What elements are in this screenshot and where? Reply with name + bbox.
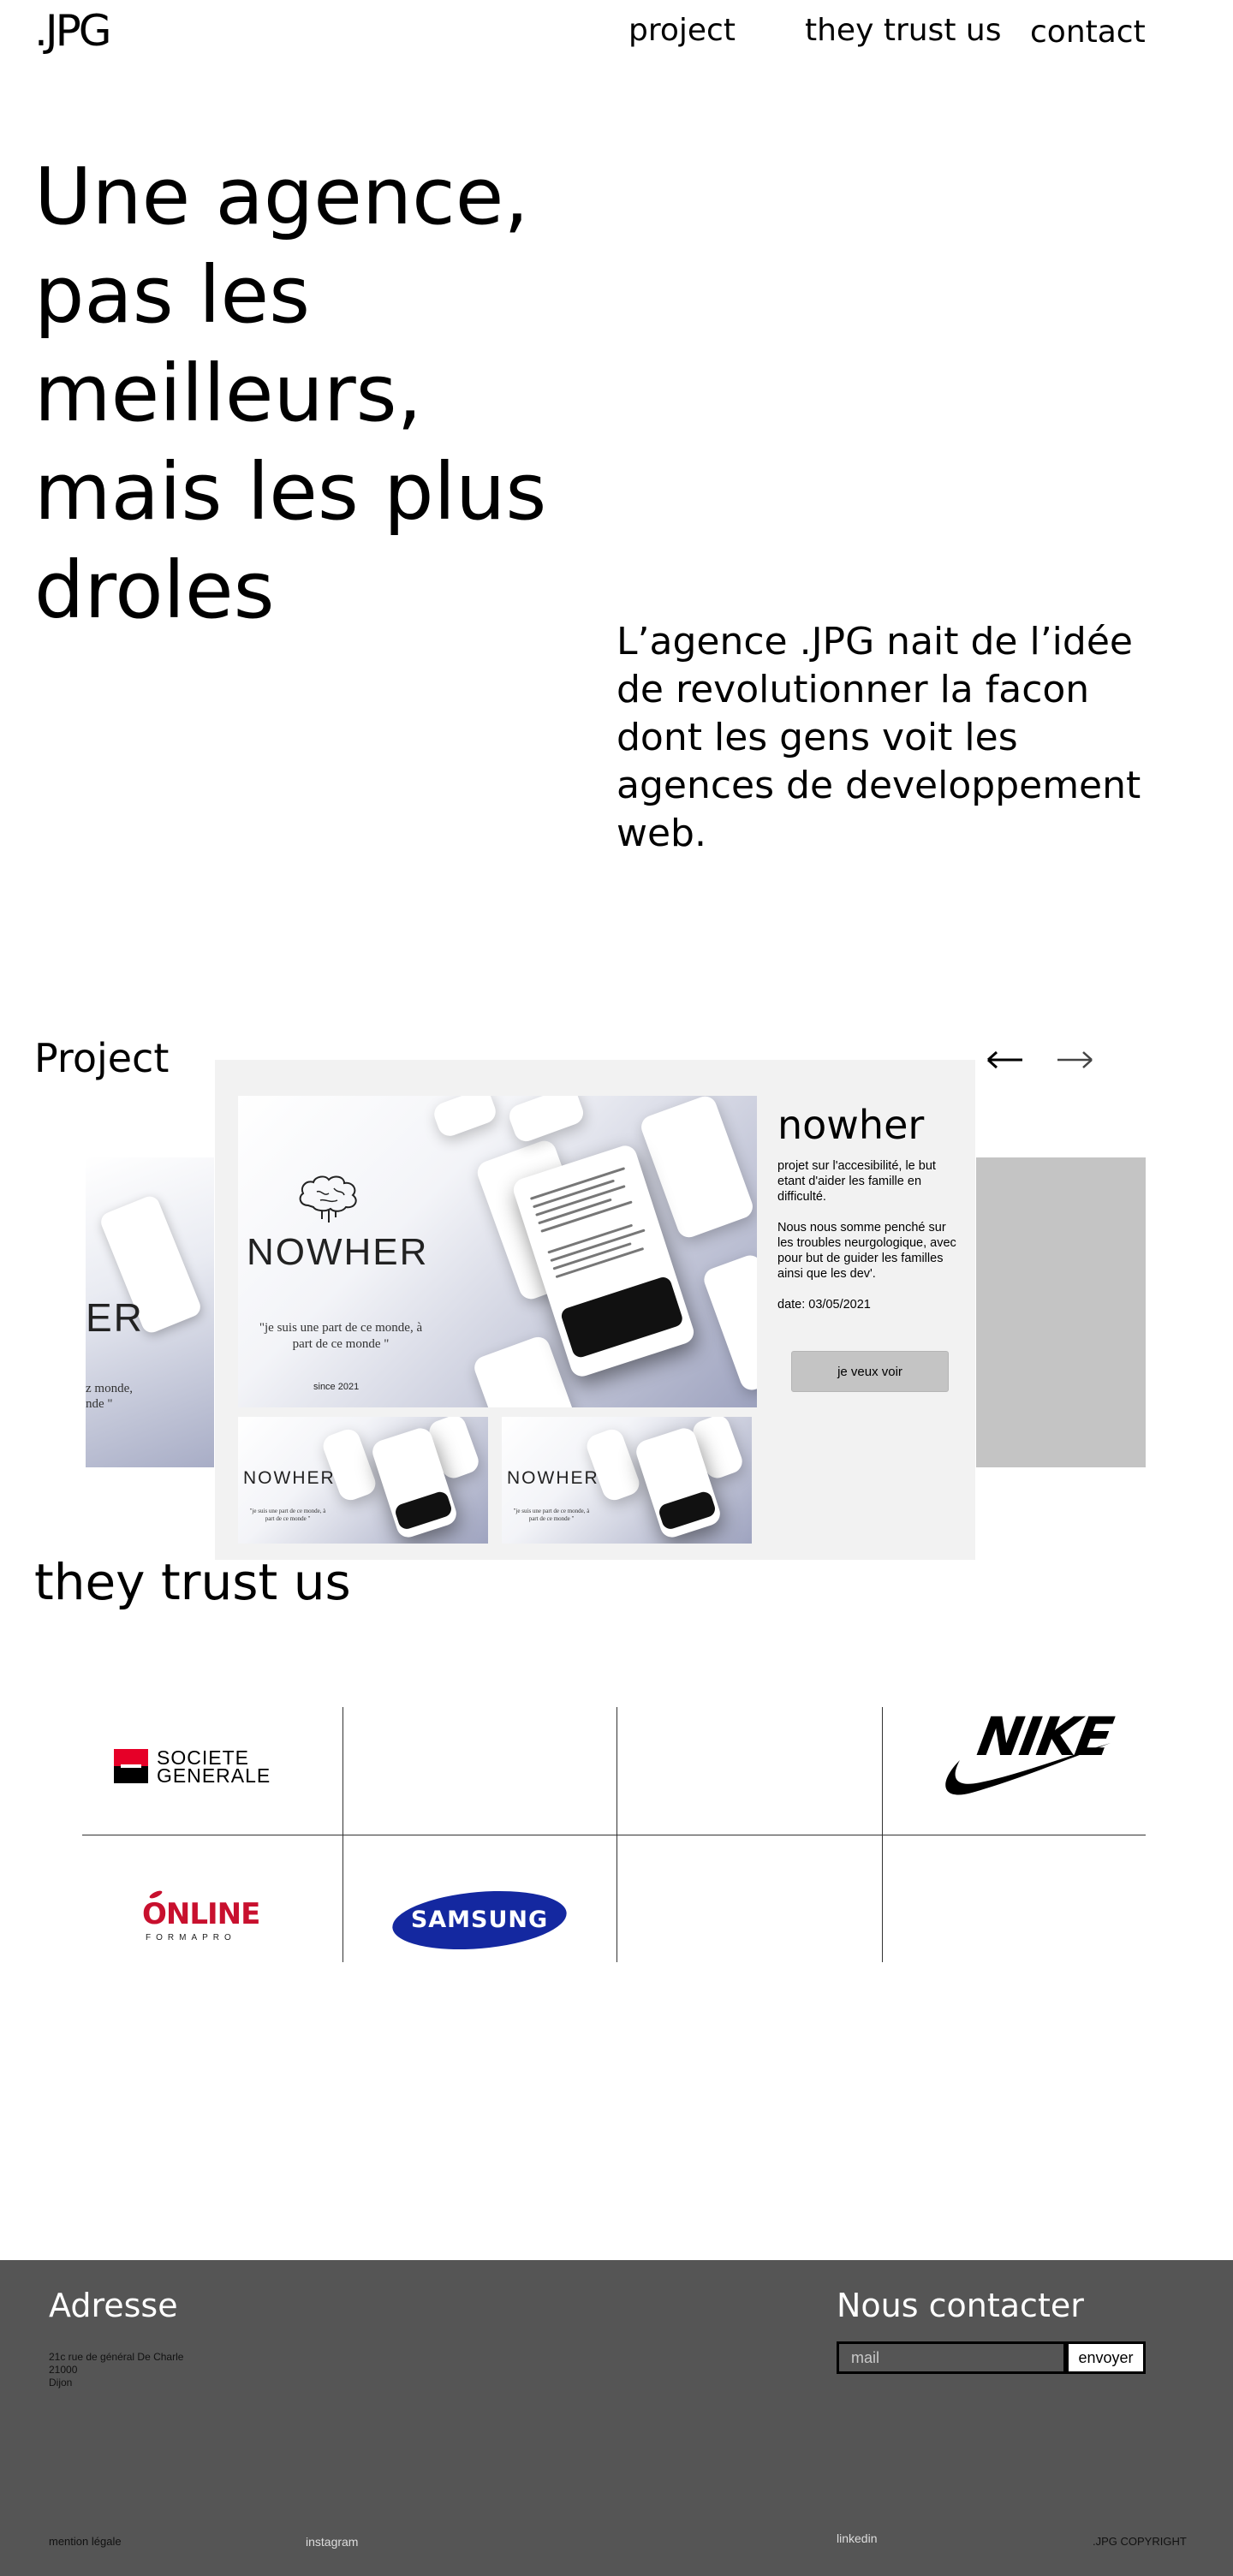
samsung-logo: SAMSUNG — [390, 1884, 569, 1956]
arrow-right-icon[interactable] — [1056, 1036, 1093, 1077]
samsung-wordmark: SAMSUNG — [410, 1907, 549, 1933]
address-line: 21c rue de général De Charle — [49, 2351, 184, 2363]
next-project-slide[interactable] — [976, 1157, 1146, 1467]
prev-slide-quote-1: z monde, — [86, 1382, 133, 1395]
online-sub: FORMAPRO — [146, 1933, 236, 1942]
thumb-quote: "je suis une part de ce monde, à part de… — [513, 1508, 590, 1522]
thumb-brand: NOWHER — [507, 1468, 599, 1488]
previous-project-slide[interactable]: ER z monde, nde " — [86, 1157, 214, 1467]
legal-link[interactable]: mention légale — [49, 2534, 122, 2549]
mail-input[interactable] — [837, 2341, 1066, 2374]
project-card: NOWHER "je suis une part de ce monde, à … — [215, 1060, 975, 1560]
site-footer: Adresse 21c rue de général De Charle 210… — [0, 2260, 1233, 2576]
project-date: date: 03/05/2021 — [777, 1298, 871, 1312]
prev-slide-quote-2: nde " — [86, 1397, 113, 1411]
sg-line-1: SOCIETE — [157, 1746, 249, 1769]
nike-logo: NIKE — [938, 1705, 1116, 1803]
online-wordmark: ONLINE — [142, 1897, 260, 1931]
mockup-card — [319, 1425, 379, 1504]
project-description: projet sur l'accesibilité, le but etant … — [777, 1158, 957, 1328]
project-brand: NOWHER — [247, 1231, 429, 1273]
agency-intro: L’agence .JPG nait de l’idée de revoluti… — [616, 620, 1141, 855]
trust-section-title: they trust us — [34, 1553, 351, 1611]
address-title: Adresse — [49, 2287, 178, 2324]
player-overlay — [559, 1275, 685, 1359]
online-formapro-logo: ONLINE FORMAPRO — [142, 1889, 271, 1945]
logo[interactable]: .JPG — [34, 7, 112, 55]
project-section-title: Project — [34, 1035, 170, 1081]
mockup-card — [431, 1096, 499, 1139]
contact-title: Nous contacter — [837, 2287, 1084, 2324]
project-description-2: Nous nous somme penché sur les troubles … — [777, 1221, 956, 1281]
project-quote: "je suis une part de ce monde, à part de… — [259, 1321, 423, 1351]
nav-they-trust-us[interactable]: they trust us — [805, 12, 1001, 50]
societe-generale-logo: SOCIETE GENERALE — [114, 1746, 285, 1787]
mockup-card — [506, 1096, 587, 1145]
project-thumbnail-1[interactable]: NOWHER "je suis une part de ce monde, à … — [238, 1417, 488, 1544]
hero-title: Une agence, pas les meilleurs, mais les … — [34, 151, 547, 636]
nav-contact[interactable]: contact — [1030, 14, 1146, 51]
project-since: since 2021 — [313, 1382, 360, 1392]
nav-project[interactable]: project — [628, 12, 736, 50]
address-block: 21c rue de général De Charle 21000 Dijon — [49, 2351, 183, 2389]
address-line: 21000 — [49, 2364, 78, 2376]
project-description-1: projet sur l'accesibilité, le but etant … — [777, 1159, 936, 1204]
project-main-image[interactable]: NOWHER "je suis une part de ce monde, à … — [238, 1096, 757, 1407]
project-thumbnail-2[interactable]: NOWHER "je suis une part de ce monde, à … — [502, 1417, 752, 1544]
sg-square-icon — [114, 1749, 148, 1783]
thumb-quote: "je suis une part de ce monde, à part de… — [249, 1508, 326, 1522]
brain-icon — [299, 1175, 357, 1223]
nike-swoosh-icon — [945, 1743, 1111, 1795]
thumb-brand: NOWHER — [243, 1468, 336, 1488]
arrow-left-icon[interactable] — [986, 1036, 1024, 1077]
linkedin-link[interactable]: linkedin — [837, 2531, 877, 2546]
mockup-card — [700, 1252, 757, 1394]
see-project-button[interactable]: je veux voir — [791, 1351, 949, 1392]
send-button[interactable]: envoyer — [1066, 2341, 1146, 2374]
address-line: Dijon — [49, 2377, 73, 2389]
instagram-link[interactable]: instagram — [306, 2534, 358, 2549]
sg-line-2: GENERALE — [157, 1764, 271, 1787]
prev-slide-brand: ER — [86, 1295, 144, 1340]
copyright-text: .JPG COPYRIGHT — [1093, 2535, 1187, 2548]
mockup-card — [583, 1425, 643, 1504]
project-name: nowher — [777, 1102, 925, 1148]
